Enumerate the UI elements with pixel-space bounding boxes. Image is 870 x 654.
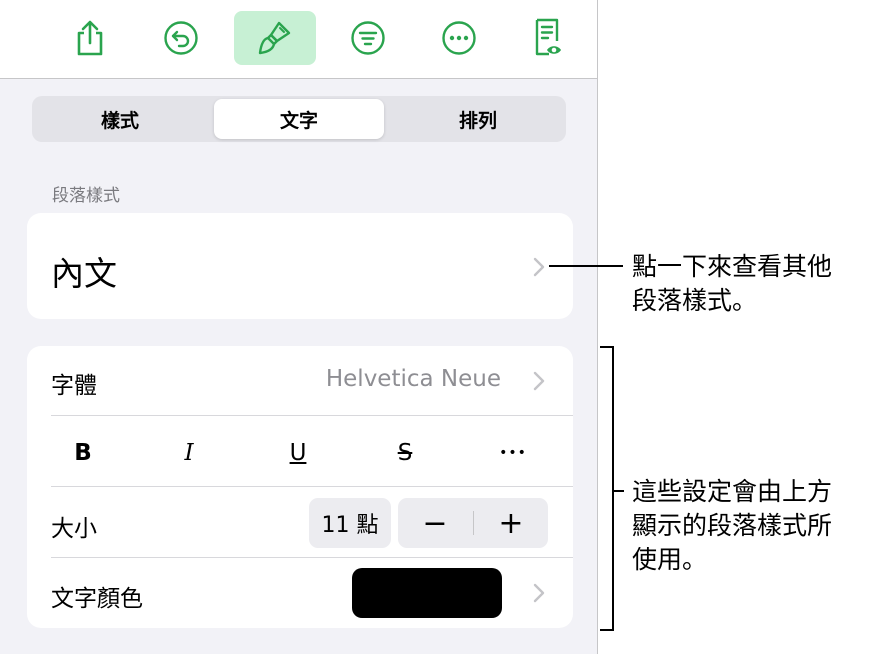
bold-button[interactable]: B — [53, 433, 113, 473]
divider — [51, 557, 573, 558]
callout-settings-line-1: 這些設定會由上方 — [632, 477, 833, 506]
divider — [51, 486, 573, 487]
reading-view-button[interactable] — [506, 11, 588, 65]
tab-style[interactable]: 樣式 — [35, 99, 205, 139]
paragraph-style-section-label: 段落樣式 — [52, 186, 120, 206]
callout-paragraph: 點一下來查看其他 段落樣式。 — [632, 250, 832, 318]
tab-text[interactable]: 文字 — [214, 99, 384, 139]
paragraph-style-value: 內文 — [51, 254, 117, 293]
font-size-field[interactable]: 11 點 — [309, 498, 391, 548]
font-size-stepper: − + — [398, 498, 548, 548]
more-button[interactable] — [418, 11, 500, 65]
callout-bracket-tick — [612, 490, 624, 492]
organize-button[interactable] — [327, 11, 409, 65]
callout-settings: 這些設定會由上方 顯示的段落樣式所 使用。 — [632, 475, 832, 577]
tab-arrange[interactable]: 排列 — [393, 99, 563, 139]
share-button[interactable] — [49, 11, 131, 65]
size-label: 大小 — [51, 516, 97, 542]
chevron-right-icon[interactable] — [532, 370, 546, 392]
more-text-options-button[interactable]: ••• — [483, 433, 543, 473]
format-panel: 樣式 文字 排列 段落樣式 內文 字體 Helvetica Neue B I U… — [0, 0, 598, 654]
callout-bracket — [612, 346, 614, 631]
text-color-label: 文字顏色 — [51, 586, 143, 612]
font-settings-card: 字體 Helvetica Neue B I U S ••• 大小 11 點 − … — [27, 346, 573, 628]
paragraph-style-row[interactable]: 內文 — [27, 213, 573, 319]
font-label: 字體 — [51, 373, 97, 399]
more-icon — [442, 21, 476, 55]
underline-button[interactable]: U — [268, 433, 328, 473]
share-icon — [77, 20, 103, 56]
format-tabs: 樣式 文字 排列 — [32, 96, 566, 142]
reading-view-icon — [535, 18, 561, 56]
callout-settings-line-2: 顯示的段落樣式所 — [632, 511, 833, 540]
chevron-right-icon[interactable] — [532, 582, 546, 604]
callout-paragraph-line-1: 點一下來查看其他 — [632, 252, 833, 281]
strikethrough-button[interactable]: S — [375, 433, 435, 473]
chevron-right-icon — [533, 257, 545, 277]
undo-icon — [164, 21, 198, 55]
format-brush-icon — [258, 21, 291, 55]
decrease-size-button[interactable]: − — [398, 498, 472, 548]
increase-size-button[interactable]: + — [474, 498, 548, 548]
callout-bracket-bottom — [600, 629, 614, 631]
font-value[interactable]: Helvetica Neue — [326, 366, 501, 392]
italic-button[interactable]: I — [159, 433, 219, 473]
organize-icon — [351, 21, 385, 55]
toolbar — [0, 0, 597, 79]
divider — [51, 415, 573, 416]
callout-line — [549, 265, 623, 267]
text-color-swatch[interactable] — [352, 568, 502, 618]
callout-paragraph-line-2: 段落樣式。 — [632, 286, 758, 315]
undo-button[interactable] — [140, 11, 222, 65]
callout-settings-line-3: 使用。 — [632, 545, 708, 574]
format-button[interactable] — [234, 11, 316, 65]
